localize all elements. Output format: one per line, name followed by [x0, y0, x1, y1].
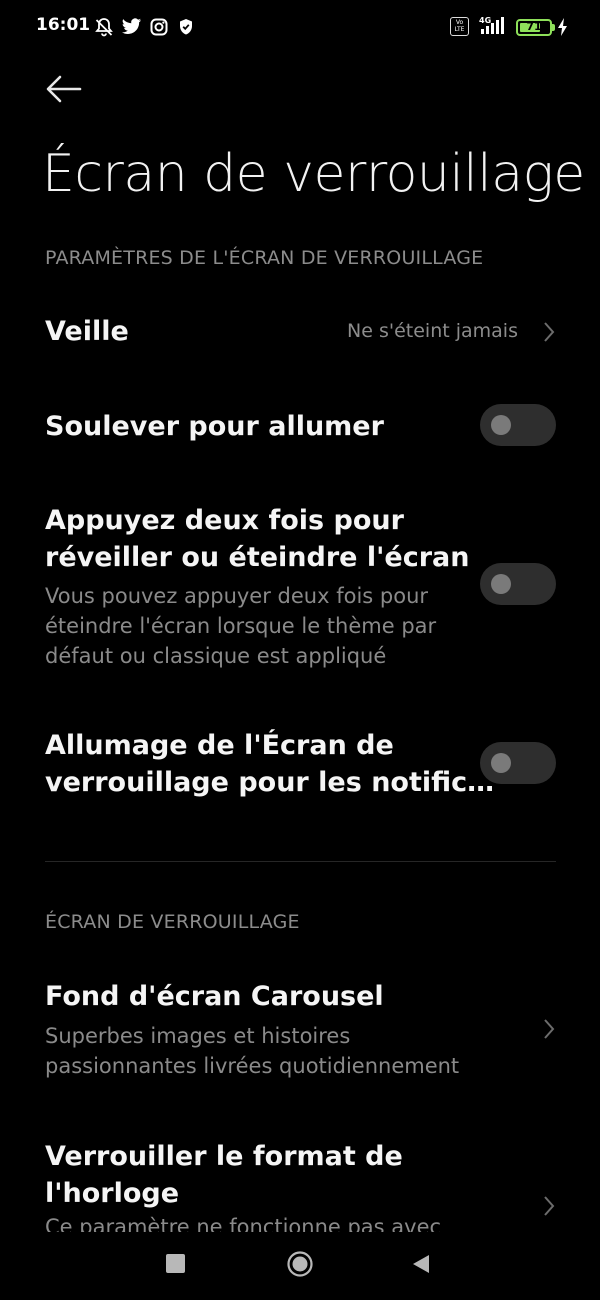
raise-to-wake-toggle[interactable] — [480, 404, 556, 446]
clock-format-title-line2: l'horloge — [45, 1178, 180, 1209]
instagram-icon — [148, 16, 170, 38]
twitter-icon — [120, 16, 142, 38]
raise-to-wake-title: Soulever pour allumer — [45, 411, 384, 442]
section-header-lock-screen-settings: PARAMÈTRES DE L'ÉCRAN DE VERROUILLAGE — [45, 247, 484, 269]
double-tap-subtitle-line2: éteindre l'écran lorsque le thème par — [45, 614, 437, 638]
notification-wake-title-line2: verrouillage pour les notific… — [45, 767, 495, 798]
arrow-left-icon — [46, 75, 82, 103]
toggle-knob — [491, 753, 511, 773]
signal-icon: 4G — [476, 15, 510, 37]
carousel-subtitle-line1: Superbes images et histoires — [45, 1024, 351, 1048]
double-tap-title-line1: Appuyez deux fois pour — [45, 505, 404, 536]
double-tap-title-line2: réveiller ou éteindre l'écran — [45, 542, 470, 573]
charging-bolt-icon — [557, 17, 569, 37]
battery-icon: 71 — [516, 19, 552, 36]
shield-icon — [175, 16, 197, 38]
carousel-subtitle-line2: passionnantes livrées quotidiennement — [45, 1054, 460, 1078]
double-tap-subtitle-line1: Vous pouvez appuyer deux fois pour — [45, 584, 429, 608]
back-button[interactable] — [44, 72, 84, 106]
sleep-title: Veille — [45, 316, 129, 347]
notification-wake-toggle[interactable] — [480, 742, 556, 784]
back-triangle-icon[interactable] — [410, 1253, 432, 1275]
silent-bell-icon — [93, 16, 115, 38]
toggle-knob — [491, 415, 511, 435]
chevron-right-icon — [542, 1017, 556, 1041]
volte-badge: Vo LTE — [450, 17, 469, 36]
page-title: Écran de verrouillage — [42, 144, 585, 204]
notification-wake-title-line1: Allumage de l'Écran de — [45, 730, 394, 761]
chevron-right-icon — [542, 320, 556, 344]
toggle-knob — [491, 574, 511, 594]
section-header-lock-screen: ÉCRAN DE VERROUILLAGE — [45, 911, 300, 933]
sleep-value: Ne s'éteint jamais — [347, 320, 518, 342]
clock-format-title-line1: Verrouiller le format de — [45, 1141, 403, 1172]
home-icon[interactable] — [286, 1250, 314, 1278]
network-type-label: 4G — [479, 16, 491, 25]
recent-apps-icon[interactable] — [166, 1254, 185, 1273]
carousel-title: Fond d'écran Carousel — [45, 981, 384, 1012]
battery-cap — [552, 24, 555, 31]
double-tap-subtitle-line3: défaut ou classique est appliqué — [45, 644, 387, 668]
section-divider — [45, 861, 556, 862]
double-tap-toggle[interactable] — [480, 563, 556, 605]
status-time: 16:01 — [36, 15, 91, 35]
battery-level: 71 — [526, 20, 542, 33]
chevron-right-icon — [542, 1194, 556, 1218]
volte-label: Vo LTE — [454, 19, 465, 33]
